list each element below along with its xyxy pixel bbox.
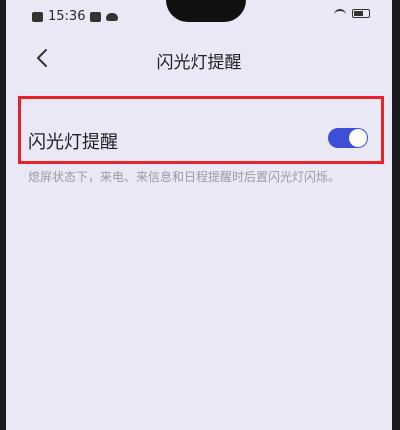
status-bar: 15:36 — [6, 0, 392, 34]
setting-description: 熄屏状态下，来电、来信息和日程提醒时后置闪光灯闪烁。 — [28, 170, 341, 184]
cloud-icon — [106, 12, 119, 21]
flash-alert-toggle[interactable] — [328, 128, 368, 148]
camera-notch — [166, 0, 246, 22]
notification-icon — [32, 11, 43, 22]
wifi-icon — [334, 9, 346, 18]
page-title: 闪光灯提醒 — [156, 53, 242, 73]
status-time: 15:36 — [48, 9, 86, 24]
status-right — [334, 9, 370, 18]
setting-label: 闪光灯提醒 — [28, 132, 118, 153]
battery-icon — [352, 9, 370, 18]
setting-row-flash-alert[interactable]: 闪光灯提醒 — [28, 122, 378, 153]
status-left: 15:36 — [32, 9, 119, 24]
nav-bar: 闪光灯提醒 — [6, 36, 392, 80]
toggle-knob — [349, 129, 367, 147]
mail-icon — [90, 11, 102, 22]
phone-screen: 15:36 闪光灯提醒 闪光灯提醒 熄屏状态下，来电、来信息和日程提醒时后置闪光… — [6, 0, 392, 430]
